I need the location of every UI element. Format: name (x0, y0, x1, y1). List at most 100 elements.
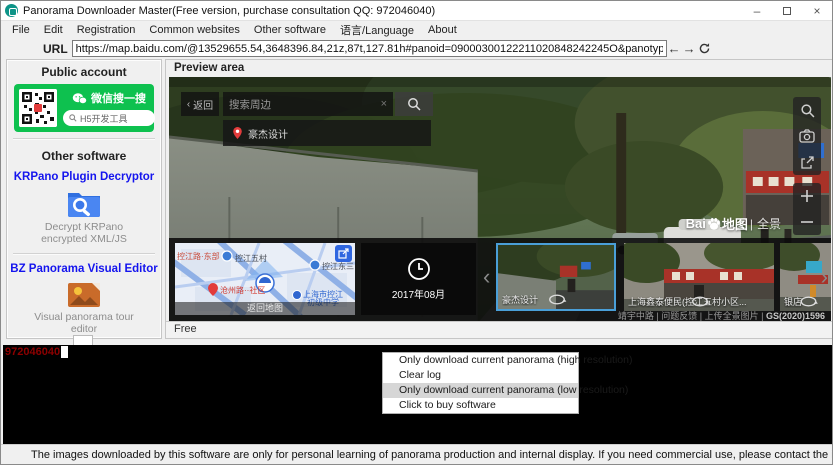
baidu-map-text: 地图 (722, 214, 748, 233)
panorama-viewport[interactable]: ‹ 返回 搜索周边 × 豪杰设 (169, 77, 831, 323)
search-icon (69, 114, 77, 122)
krpano-decryptor-link[interactable]: KRPano Plugin Decryptor (7, 167, 161, 185)
share-button[interactable] (793, 149, 821, 175)
minimize-button[interactable]: – (742, 1, 772, 20)
minimap-expand-button[interactable] (335, 245, 352, 262)
pano-search-input[interactable]: 搜索周边 × (223, 92, 393, 116)
wechat-panel[interactable]: 微信搜一搜 H5开发工具 (14, 84, 154, 132)
thumbnail-item[interactable]: 豪杰设计 (496, 243, 616, 311)
refresh-button[interactable] (697, 40, 712, 57)
log-text: 972046040 (5, 346, 60, 358)
menu-common-websites[interactable]: Common websites (142, 23, 246, 37)
wechat-icon (72, 92, 87, 105)
attribution-links[interactable]: 靖宇中路 | 问题反馈 | 上传全景图片 | (618, 311, 764, 321)
maximize-icon (783, 7, 791, 15)
window-title: Panorama Downloader Master(Free version,… (23, 5, 435, 17)
search-icon (800, 103, 815, 118)
pano-search-bar: ‹ 返回 搜索周边 × (181, 92, 433, 116)
minimap[interactable]: 控江路·东部 控江五村 控江东三 沧州路··社区 上海市控江 初级中学 返回地图 (175, 243, 355, 315)
minus-icon (800, 215, 814, 229)
preview-area-title: Preview area (166, 60, 833, 76)
zoom-out-button[interactable] (793, 209, 821, 235)
public-account-title: Public account (7, 60, 161, 83)
pano-back-button[interactable]: ‹ 返回 (181, 92, 219, 116)
url-label: URL (43, 42, 68, 56)
minimap-road-label: 控江路·东部 (177, 251, 220, 262)
minimap-village-label: 控江五村 (235, 253, 267, 264)
divider (13, 253, 155, 255)
search-result-row[interactable]: 豪杰设计 (223, 120, 431, 146)
menu-item-download-low-res[interactable]: Only download current panorama (low reso… (383, 383, 578, 398)
baidu-brand-text: Bai (686, 216, 706, 231)
bz-editor-link[interactable]: BZ Panorama Visual Editor (7, 259, 161, 277)
status-bar: Free (166, 321, 833, 338)
minimap-back-label[interactable]: 返回地图 (175, 302, 355, 315)
pano-360-icon (784, 295, 831, 308)
baidu-paw-icon (707, 217, 721, 231)
thumbnails-next-button[interactable]: › (821, 266, 828, 288)
search-result-label: 豪杰设计 (248, 126, 288, 141)
thumbnails-prev-button[interactable]: ‹ (483, 266, 490, 288)
text-cursor (61, 346, 68, 358)
pano-search-placeholder: 搜索周边 (229, 97, 271, 112)
menu-about[interactable]: About (421, 23, 464, 37)
menu-file[interactable]: File (5, 23, 37, 37)
menu-language[interactable]: 语言/Language (333, 21, 421, 39)
wechat-search-text: H5开发工具 (80, 112, 128, 125)
search-icon (407, 97, 421, 111)
url-row: URL ← → (1, 38, 832, 59)
disclaimer-text: The images downloaded by this software a… (31, 449, 832, 461)
clear-search-icon[interactable]: × (381, 98, 387, 110)
menu-other-software[interactable]: Other software (247, 23, 333, 37)
plus-icon (800, 189, 814, 203)
sidebar: Public account (6, 59, 162, 339)
maximize-button[interactable] (772, 1, 802, 20)
menu-edit[interactable]: Edit (37, 23, 70, 37)
license-number: GS(2020)1596 (766, 311, 825, 321)
logo-divider: | (750, 217, 753, 231)
camera-icon (799, 129, 815, 143)
app-icon (5, 4, 18, 17)
preview-panel: Preview area (165, 59, 833, 339)
back-nav-button[interactable]: ← (667, 40, 682, 57)
krpano-desc: Decrypt KRPano encrypted XML/JS (7, 219, 161, 249)
menu-item-download-high-res[interactable]: Only download current panorama (high res… (383, 353, 578, 368)
other-software-title: Other software (7, 144, 161, 167)
pano-360-icon (628, 295, 772, 308)
thumbnail-item[interactable]: 上海鑫泰便民(控江五村小区... (624, 243, 774, 311)
share-icon (800, 155, 815, 170)
menu-bar: File Edit Registration Common websites O… (1, 21, 832, 38)
menu-registration[interactable]: Registration (70, 23, 143, 37)
expand-icon (338, 248, 349, 259)
pano-search-button[interactable] (395, 92, 433, 116)
zoom-in-button[interactable] (793, 183, 821, 209)
refresh-icon (698, 42, 711, 55)
license-status-label: Free (174, 323, 197, 335)
menu-item-buy-software[interactable]: Click to buy software (383, 398, 578, 413)
pano-back-label: 返回 (193, 97, 213, 112)
close-button[interactable]: × (802, 1, 832, 20)
app-window: Panorama Downloader Master(Free version,… (0, 0, 833, 465)
url-input[interactable] (72, 40, 667, 57)
wechat-search-box[interactable]: H5开发工具 (63, 110, 155, 126)
screenshot-button[interactable] (793, 123, 821, 149)
pano-360-icon (502, 293, 612, 306)
forward-nav-button[interactable]: → (682, 40, 697, 57)
context-menu: Only download current panorama (high res… (382, 352, 579, 414)
divider (13, 138, 155, 140)
disclaimer-bar: The images downloaded by this software a… (1, 444, 832, 464)
back-chevron-icon: ‹ (187, 99, 190, 110)
wechat-brand-label: 微信搜一搜 (91, 90, 146, 106)
title-bar: Panorama Downloader Master(Free version,… (1, 1, 832, 21)
minimap-east-label: 控江东三 (322, 261, 354, 272)
bottom-strip: 控江路·东部 控江五村 控江东三 沧州路··社区 上海市控江 初级中学 返回地图 (169, 238, 831, 323)
krpano-folder-icon (66, 188, 102, 218)
pano-search-tool-button[interactable] (793, 97, 821, 123)
menu-item-clear-log[interactable]: Clear log (383, 368, 578, 383)
image-icon (67, 280, 101, 308)
map-pin-icon (233, 127, 242, 139)
baidu-map-logo: Bai 地图 | 全景 (686, 214, 783, 233)
date-panel: 2017年08月 (361, 243, 476, 315)
qr-code (19, 89, 57, 127)
capture-date: 2017年08月 (392, 286, 445, 301)
